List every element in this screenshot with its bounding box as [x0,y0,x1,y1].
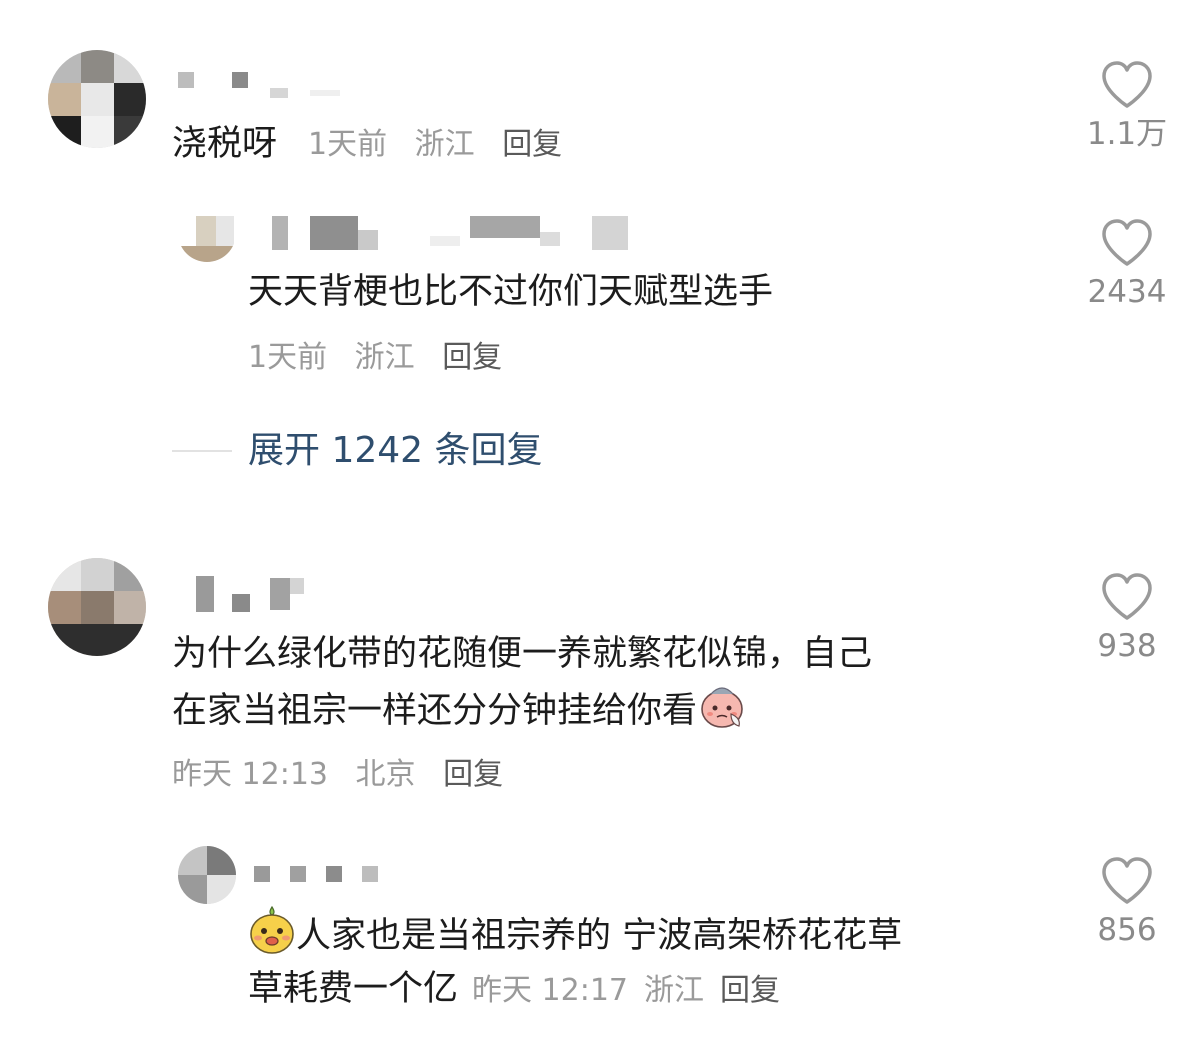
like-button[interactable]: 856 [1077,856,1177,948]
avatar[interactable] [48,50,146,148]
like-count: 2434 [1087,274,1167,310]
location: 浙江 [414,127,475,162]
reply-text-line-2: 草耗费一个亿 昨天 12:17 浙江 回复 [248,963,796,1017]
location: 浙江 [354,340,415,375]
reply-button[interactable]: 回复 [502,127,562,162]
comment-meta: 1天前 浙江 回复 [308,125,580,165]
like-button[interactable]: 1.1万 [1077,60,1177,152]
heart-icon [1102,573,1152,620]
like-count: 938 [1097,628,1157,664]
reply-button[interactable]: 回复 [720,973,780,1008]
comment-text-line-2: 在家当祖宗一样还分分钟挂给你看 [172,684,747,746]
expand-replies-button[interactable]: 展开 1242 条回复 [172,428,543,474]
avatar[interactable] [178,846,236,904]
avatar[interactable] [178,210,236,262]
timestamp: 1天前 [308,127,388,162]
location: 浙江 [644,973,705,1008]
smiling-face-emoji-icon [248,905,296,971]
timestamp: 1天前 [248,340,328,375]
location: 北京 [355,757,416,792]
reply-text-line-1-content: 人家也是当祖宗养的 宁波高架桥花花草 [296,916,903,956]
heart-icon [1102,219,1152,266]
like-count: 856 [1097,912,1157,948]
heart-icon [1102,857,1152,904]
like-button[interactable]: 2434 [1077,218,1177,310]
timestamp: 昨天 12:13 [172,757,328,792]
comment-text: 浇税呀 [172,124,278,164]
reply-text-line-1: 人家也是当祖宗养的 宁波高架桥花花草 [248,905,902,971]
heart-icon [1102,61,1152,108]
divider-line [172,450,232,452]
expand-replies-label: 展开 1242 条回复 [248,430,543,471]
like-button[interactable]: 938 [1077,572,1177,664]
timestamp: 昨天 12:17 [472,973,629,1008]
comment-text-line-2-content: 在家当祖宗一样还分分钟挂给你看 [172,691,698,731]
crying-face-emoji-icon [697,684,747,746]
reply-meta: 1天前 浙江 回复 [248,338,520,378]
comment-text-line-1: 为什么绿化带的花随便一养就繁花似锦，自己 [172,634,873,674]
reply-meta: 昨天 12:17 浙江 回复 [472,973,796,1008]
reply-button[interactable]: 回复 [443,757,503,792]
avatar[interactable] [48,558,146,656]
reply-text-line-2-content: 草耗费一个亿 [248,969,459,1009]
reply-button[interactable]: 回复 [442,340,502,375]
comment-meta: 昨天 12:13 北京 回复 [172,755,521,795]
reply-text: 天天背梗也比不过你们天赋型选手 [248,272,774,312]
like-count: 1.1万 [1086,116,1168,152]
